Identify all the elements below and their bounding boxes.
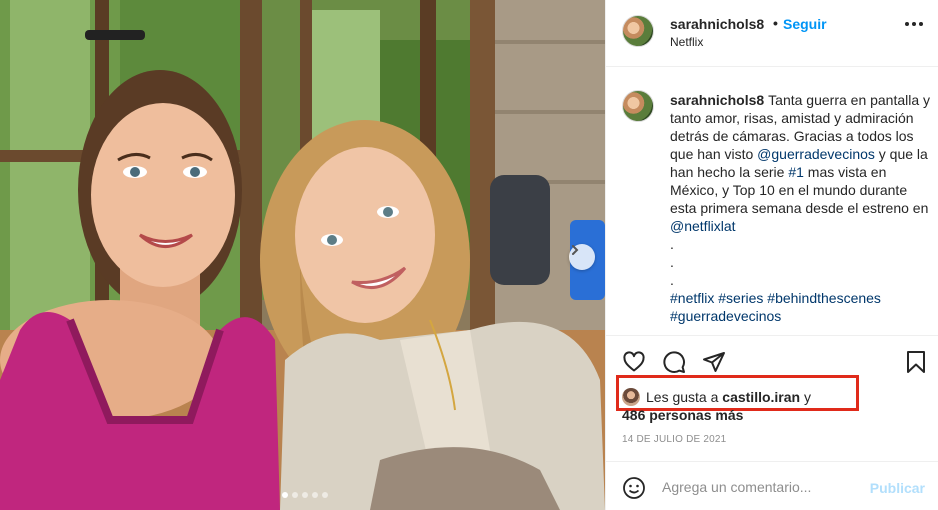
hashtag-link[interactable]: #series [718,290,763,306]
caption-dot: . [670,272,674,288]
hashtag-link[interactable]: #1 [788,164,804,180]
caption-area: sarahnichols8 Tanta guerra en pantalla y … [606,68,938,334]
mention-link[interactable]: @guerradevecinos [757,146,875,162]
post-caption: sarahnichols8 Tanta guerra en pantalla y … [670,91,932,325]
post-location[interactable]: Netflix [670,35,703,49]
comment-bar: Publicar [606,461,938,510]
instagram-post: sarahnichols8 • Seguir Netflix sarahnich… [0,0,938,510]
header-separator: • [773,15,778,31]
follow-button[interactable]: Seguir [783,16,827,32]
caption-dot: . [670,254,674,270]
chevron-right-icon [572,245,579,255]
liker-avatar[interactable] [622,388,640,406]
likes-summary: Les gusta a castillo.iran y 486 personas… [622,388,922,424]
likes-count-link[interactable]: 486 personas más [622,407,743,423]
hashtag-link[interactable]: #guerradevecinos [670,308,781,324]
hashtag-link[interactable]: #netflix [670,290,714,306]
author-username[interactable]: sarahnichols8 [670,16,764,32]
caption-username[interactable]: sarahnichols8 [670,92,764,108]
photo-illustration [0,0,605,510]
post-header: sarahnichols8 • Seguir Netflix [606,0,938,67]
smiley-icon[interactable] [622,476,646,500]
caption-author-avatar[interactable] [622,90,654,122]
carousel-dot [292,492,298,498]
ellipsis-icon [905,22,909,26]
publish-button[interactable]: Publicar [870,480,925,496]
paper-plane-icon[interactable] [702,350,726,374]
author-avatar[interactable] [622,15,654,47]
bookmark-icon[interactable] [904,350,928,374]
carousel-dot [302,492,308,498]
carousel-next-button[interactable] [569,244,595,270]
hashtag-link[interactable]: #behindthescenes [767,290,881,306]
post-date[interactable]: 14 DE JULIO DE 2021 [622,434,726,445]
carousel-dot [282,492,288,498]
likes-conjunction: y [800,389,811,405]
caption-dot: . [670,236,674,252]
carousel-dot [322,492,328,498]
speech-bubble-icon[interactable] [662,350,686,374]
post-side-panel: sarahnichols8 • Seguir Netflix sarahnich… [605,0,938,510]
carousel-indicator [282,492,328,498]
likes-prefix: Les gusta a [646,389,723,405]
carousel-dot [312,492,318,498]
post-photo[interactable] [0,0,605,510]
liker-username[interactable]: castillo.iran [722,389,800,405]
more-options-button[interactable] [905,22,923,26]
comment-input[interactable] [662,477,862,497]
heart-icon[interactable] [622,350,646,374]
mention-link[interactable]: @netflixlat [670,218,736,234]
